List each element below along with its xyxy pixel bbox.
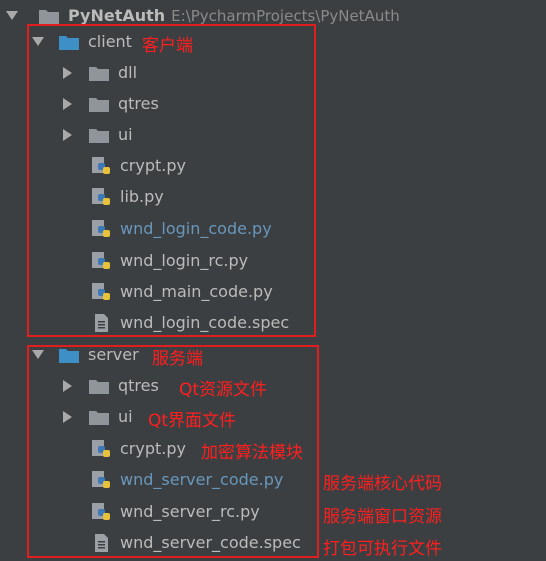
file-name-wnd-server-spec: wnd_server_code.spec — [120, 533, 301, 552]
folder-name-ui: ui — [118, 125, 133, 144]
tree-row-lib[interactable]: lib.py — [90, 181, 164, 212]
folder-icon — [88, 407, 110, 427]
annotation-server-qtres: Qt资源文件 — [179, 380, 268, 400]
text-file-icon — [90, 313, 112, 333]
triangle-down-icon[interactable] — [30, 34, 46, 50]
tree-row-wnd-server-code[interactable]: wnd_server_code.py — [90, 464, 283, 495]
file-name-wnd-login-rc: wnd_login_rc.py — [120, 251, 249, 270]
folder-icon — [88, 125, 110, 145]
tree-row-server-crypt[interactable]: crypt.py — [90, 433, 186, 464]
python-file-icon — [90, 251, 112, 271]
folder-name-server-ui: ui — [118, 407, 133, 426]
triangle-right-icon[interactable] — [60, 409, 76, 425]
folder-icon — [88, 63, 110, 83]
file-name-lib: lib.py — [120, 187, 164, 206]
file-name-server-crypt: crypt.py — [120, 439, 186, 458]
module-folder-icon — [58, 345, 80, 365]
tree-row-dll[interactable]: dll — [60, 57, 137, 88]
triangle-right-icon[interactable] — [60, 378, 76, 394]
triangle-down-icon[interactable] — [4, 8, 20, 24]
root-folder-path: E:\PycharmProjects\PyNetAuth — [171, 6, 400, 25]
triangle-right-icon[interactable] — [60, 65, 76, 81]
tree-row-wnd-login-code[interactable]: wnd_login_code.py — [90, 213, 272, 244]
python-file-icon — [90, 156, 112, 176]
tree-row-wnd-main-code[interactable]: wnd_main_code.py — [90, 276, 273, 307]
annotation-wnd-server-spec: 打包可执行文件 — [323, 539, 442, 559]
tree-row-qtres[interactable]: qtres — [60, 88, 159, 119]
file-name-wnd-login-code: wnd_login_code.py — [120, 219, 272, 238]
tree-row-ui[interactable]: ui — [60, 119, 133, 150]
tree-row-wnd-login-rc[interactable]: wnd_login_rc.py — [90, 245, 248, 276]
tree-row-wnd-server-rc[interactable]: wnd_server_rc.py — [90, 496, 260, 527]
tree-row-server[interactable]: server — [30, 339, 139, 370]
python-file-icon — [90, 470, 112, 490]
python-file-icon — [90, 187, 112, 207]
folder-name-server-qtres: qtres — [118, 376, 159, 395]
python-file-icon — [90, 502, 112, 522]
module-folder-icon — [58, 32, 80, 52]
tree-row-wnd-login-spec[interactable]: wnd_login_code.spec — [90, 307, 289, 338]
python-file-icon — [90, 219, 112, 239]
annotation-server-crypt: 加密算法模块 — [201, 443, 303, 463]
tree-row-crypt[interactable]: crypt.py — [90, 150, 186, 181]
folder-icon — [38, 6, 60, 26]
folder-name-client: client — [88, 32, 132, 51]
tree-row-server-ui[interactable]: ui — [60, 401, 133, 432]
file-name-crypt: crypt.py — [120, 156, 186, 175]
root-folder-name: PyNetAuth — [68, 6, 166, 25]
file-name-wnd-server-code: wnd_server_code.py — [120, 470, 284, 489]
tree-row-wnd-server-spec[interactable]: wnd_server_code.spec — [90, 527, 301, 558]
folder-icon — [88, 376, 110, 396]
folder-icon — [88, 94, 110, 114]
triangle-right-icon[interactable] — [60, 127, 76, 143]
file-name-wnd-login-spec: wnd_login_code.spec — [120, 313, 290, 332]
annotation-server: 服务端 — [152, 349, 203, 369]
triangle-down-icon[interactable] — [30, 347, 46, 363]
annotation-wnd-server-rc: 服务端窗口资源 — [323, 507, 442, 527]
annotation-wnd-server-code: 服务端核心代码 — [323, 474, 442, 494]
text-file-icon — [90, 533, 112, 553]
python-file-icon — [90, 282, 112, 302]
triangle-right-icon[interactable] — [60, 96, 76, 112]
annotation-client: 客户端 — [142, 36, 193, 56]
tree-row-server-qtres[interactable]: qtres — [60, 370, 159, 401]
file-name-wnd-server-rc: wnd_server_rc.py — [120, 502, 260, 521]
python-file-icon — [90, 439, 112, 459]
folder-name-qtres: qtres — [118, 94, 159, 113]
folder-name-server: server — [88, 345, 139, 364]
file-name-wnd-main-code: wnd_main_code.py — [120, 282, 273, 301]
folder-name-dll: dll — [118, 63, 138, 82]
annotation-server-ui: Qt界面文件 — [148, 411, 237, 431]
tree-row-client[interactable]: client — [30, 26, 132, 57]
